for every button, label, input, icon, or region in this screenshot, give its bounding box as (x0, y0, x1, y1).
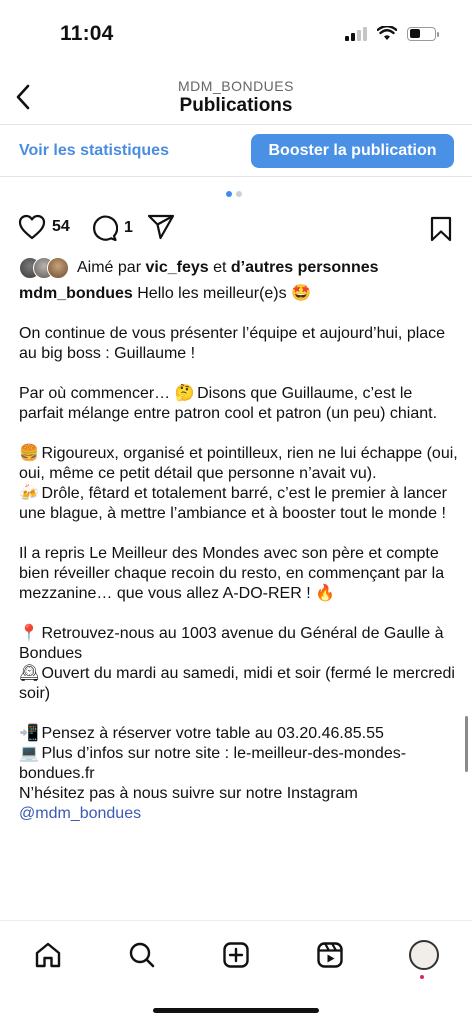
liked-by-row[interactable]: Aimé par vic_feys et d’autres personnes (19, 257, 379, 279)
reels-icon (317, 942, 343, 968)
header: MDM_BONDUES Publications (0, 72, 472, 122)
caption-text: Pensez à réserver votre table au 03.20.4… (41, 725, 384, 742)
caption-text: Rigoureux, organisé et pointilleux, rien… (19, 445, 458, 482)
caption-intro: mdm_bondues Hello les meilleur(e)s 🤩 (19, 284, 459, 304)
bookmark-icon[interactable] (430, 216, 452, 242)
home-icon (35, 942, 61, 968)
liked-by-connector: et (213, 259, 227, 276)
nav-create[interactable] (218, 937, 254, 973)
comment-action: 1 (90, 214, 133, 242)
page-title: Publications (179, 95, 293, 116)
stats-divider (0, 176, 472, 177)
caption-text: Retrouvez-nous au 1003 avenue du Général… (19, 625, 444, 662)
beers-emoji: 🍻 (19, 485, 39, 502)
share-icon[interactable] (147, 214, 175, 240)
caption-intro-text: Hello les meilleur(e)s (137, 285, 287, 302)
phone-emoji: 📲 (19, 725, 39, 742)
caption-paragraph: 📍 Retrouvez-nous au 1003 avenue du Génér… (19, 624, 459, 664)
save-button[interactable] (430, 216, 452, 247)
stats-row: Voir les statistiques Booster la publica… (0, 132, 472, 172)
search-icon (129, 942, 155, 968)
caption-paragraph: 📲 Pensez à réserver votre table au 03.20… (19, 724, 459, 744)
caption-paragraph: @mdm_bondues (19, 804, 459, 824)
caption-paragraph: 🕰 Ouvert du mardi au samedi, midi et soi… (19, 664, 459, 704)
caption-text: Plus d’infos sur notre site : le-meilleu… (19, 745, 407, 782)
scrollbar[interactable] (465, 716, 468, 772)
caption-text: Il a repris Le Meilleur des Mondes avec … (19, 545, 445, 602)
starstruck-emoji: 🤩 (291, 285, 311, 302)
heart-icon[interactable] (18, 214, 46, 240)
liked-by-others[interactable]: d’autres personnes (231, 259, 379, 277)
create-icon (223, 942, 249, 968)
nav-search[interactable] (124, 937, 160, 973)
caption-paragraph: On continue de vous présenter l’équipe e… (19, 325, 446, 362)
carousel-dot-active (226, 191, 232, 197)
burger-emoji: 🍔 (19, 445, 39, 462)
caption-paragraph: 🍻 Drôle, fêtard et totalement barré, c’e… (19, 484, 459, 524)
caption-paragraph: 🍔 Rigoureux, organisé et pointilleux, ri… (19, 444, 459, 484)
profile-avatar (409, 940, 439, 970)
instagram-mention-link[interactable]: @mdm_bondues (19, 805, 141, 822)
view-insights-link[interactable]: Voir les statistiques (19, 142, 169, 160)
nav-home[interactable] (30, 937, 66, 973)
pin-emoji: 📍 (19, 625, 39, 642)
battery-icon (407, 26, 439, 41)
post-actions: 54 1 (0, 210, 472, 246)
fire-emoji: 🔥 (315, 585, 336, 602)
caption-text: Par où commencer… (19, 385, 171, 402)
carousel-dot (236, 191, 242, 197)
caption-paragraph: 💻 Plus d’infos sur notre site : le-meill… (19, 744, 459, 784)
liked-by-prefix: Aimé par (77, 259, 142, 276)
caption-text: Ouvert du mardi au samedi, midi et soir … (19, 665, 455, 702)
laptop-emoji: 💻 (19, 745, 39, 762)
post-caption: mdm_bondues Hello les meilleur(e)s 🤩 On … (19, 284, 459, 824)
like-count[interactable]: 54 (52, 218, 70, 236)
home-indicator[interactable] (153, 1008, 319, 1013)
like-action: 54 (18, 214, 70, 240)
liked-by-user[interactable]: vic_feys (145, 259, 208, 277)
share-action[interactable] (147, 214, 175, 240)
header-divider (0, 124, 472, 125)
comment-icon[interactable] (90, 214, 118, 242)
avatar (47, 257, 69, 279)
status-bar: 11:04 (0, 0, 472, 62)
thinking-emoji: 🤔 (174, 385, 195, 402)
account-name: MDM_BONDUES (178, 78, 294, 94)
notification-dot (420, 975, 424, 979)
clock-emoji: 🕰 (19, 665, 40, 682)
liker-avatars (19, 257, 69, 279)
nav-profile[interactable] (406, 937, 442, 973)
caption-text: Drôle, fêtard et totalement barré, c’est… (19, 485, 447, 522)
wifi-icon (377, 26, 397, 40)
caption-paragraph: Il a repris Le Meilleur des Mondes avec … (19, 544, 459, 604)
caption-username[interactable]: mdm_bondues (19, 285, 133, 302)
signal-icon (345, 26, 367, 41)
boost-post-button[interactable]: Booster la publication (251, 134, 454, 168)
caption-paragraph: Par où commencer… 🤔 Disons que Guillaume… (19, 384, 459, 424)
status-time: 11:04 (60, 22, 114, 45)
nav-reels[interactable] (312, 937, 348, 973)
status-icons (345, 26, 439, 41)
carousel-indicator (226, 191, 242, 197)
comment-count[interactable]: 1 (124, 219, 133, 237)
caption-paragraph: N’hésitez pas à nous suivre sur notre In… (19, 785, 358, 802)
